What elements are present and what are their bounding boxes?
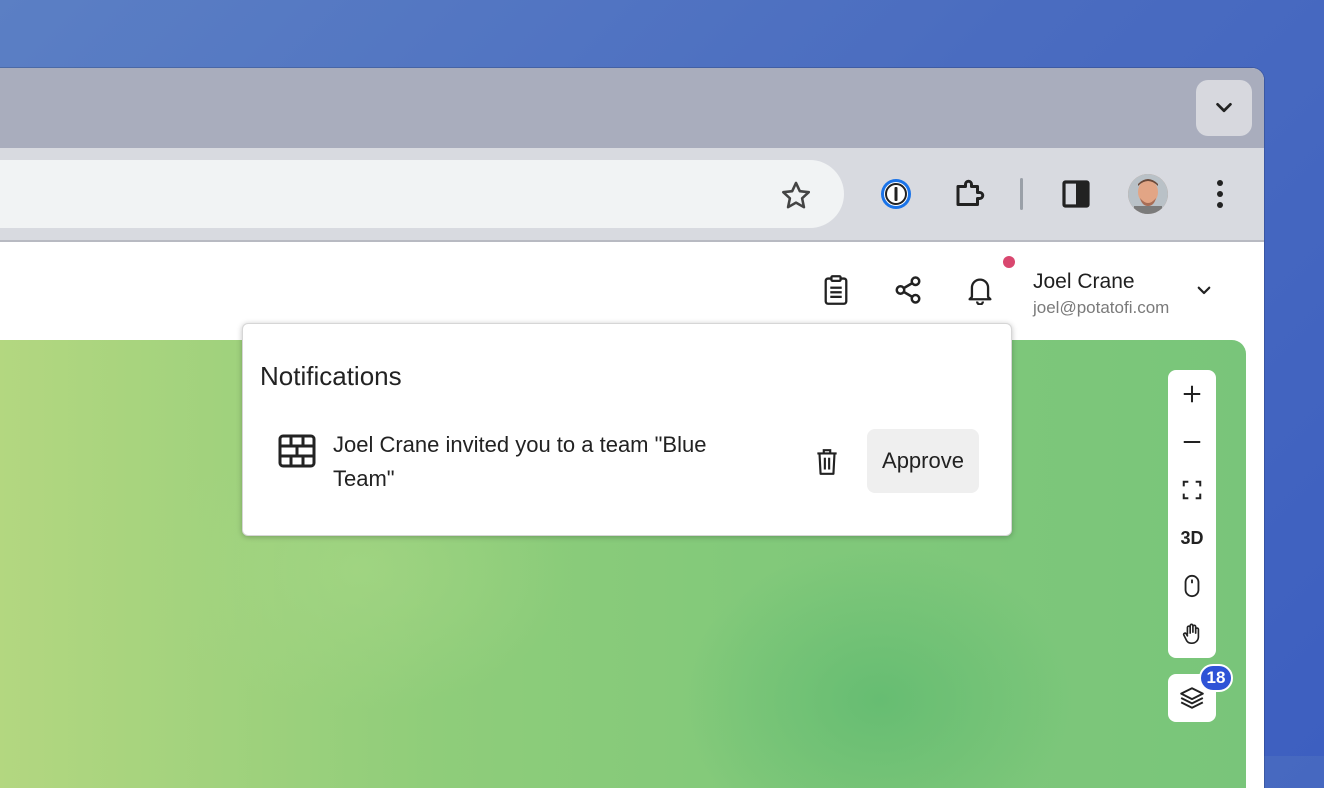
notifications-button[interactable] <box>958 268 1002 312</box>
side-panel-icon <box>1062 180 1090 208</box>
brick-wall-icon <box>278 434 316 468</box>
clipboard-icon <box>824 275 848 305</box>
star-icon <box>781 181 811 209</box>
toolbar-separator <box>1020 178 1023 210</box>
fullscreen-button[interactable] <box>1168 466 1216 514</box>
team-icon <box>277 432 317 472</box>
notifications-title: Notifications <box>260 361 402 391</box>
browser-toolbar <box>0 148 1264 242</box>
tab-strip <box>0 68 1264 148</box>
map-controls-panel: 3D <box>1168 370 1216 658</box>
plus-icon <box>1183 385 1201 403</box>
user-email: joel@potatofi.com <box>1033 298 1170 317</box>
notifications-popup: Notifications Joel Crane invited you to … <box>242 323 1012 536</box>
kebab-menu-icon <box>1217 180 1223 208</box>
extensions-button[interactable] <box>948 172 992 216</box>
layers-icon <box>1180 687 1204 709</box>
chevron-down-icon <box>1216 102 1232 113</box>
delete-notification-button[interactable] <box>811 444 843 480</box>
hand-icon <box>1182 623 1200 644</box>
zoom-in-button[interactable] <box>1168 370 1216 418</box>
trash-icon <box>817 449 837 475</box>
profile-avatar[interactable] <box>1128 174 1168 214</box>
bookmark-star-button[interactable] <box>776 176 816 216</box>
mouse-icon <box>1184 574 1200 598</box>
share-button[interactable] <box>886 268 930 312</box>
user-menu-toggle[interactable] <box>1192 278 1216 302</box>
side-panel-button[interactable] <box>1054 172 1098 216</box>
minus-icon <box>1183 440 1201 444</box>
layers-count-badge: 18 <box>1199 664 1233 692</box>
approve-button[interactable]: Approve <box>867 429 979 493</box>
browser-menu-button[interactable] <box>1198 172 1242 216</box>
puzzle-icon <box>956 179 985 206</box>
address-bar[interactable] <box>0 160 844 228</box>
pan-mode-button[interactable] <box>1168 610 1216 658</box>
chevron-down-icon <box>1197 286 1211 295</box>
tab-search-button[interactable] <box>1196 80 1252 136</box>
user-name[interactable]: Joel Crane <box>1033 270 1135 294</box>
share-icon <box>895 276 921 304</box>
1password-icon <box>881 179 911 209</box>
mouse-mode-button[interactable] <box>1168 562 1216 610</box>
zoom-out-button[interactable] <box>1168 418 1216 466</box>
notes-button[interactable] <box>814 268 858 312</box>
avatar-image-icon <box>1128 174 1168 214</box>
password-manager-button[interactable] <box>874 172 918 216</box>
bell-icon <box>968 278 992 305</box>
3d-toggle-button[interactable]: 3D <box>1168 514 1216 562</box>
notification-indicator-dot <box>1003 256 1015 268</box>
fullscreen-icon <box>1182 480 1202 500</box>
notification-message: Joel Crane invited you to a team "Blue T… <box>333 432 707 491</box>
